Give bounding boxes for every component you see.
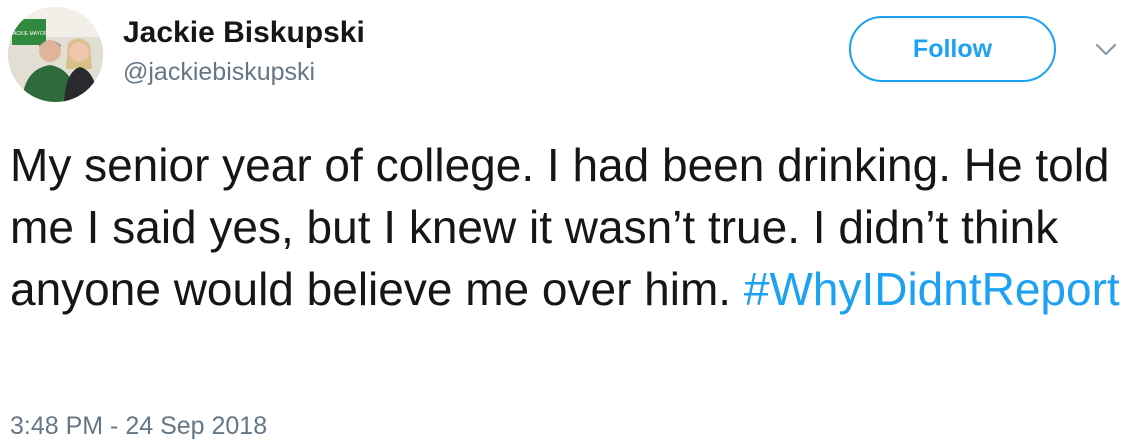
tweet-timestamp[interactable]: 3:48 PM - 24 Sep 2018 xyxy=(10,411,267,441)
avatar-sign-text: JACKIE MAYOR xyxy=(11,31,48,37)
follow-button[interactable]: Follow xyxy=(849,16,1056,82)
chevron-down-icon[interactable] xyxy=(1094,41,1118,59)
tweet-text: My senior year of college. I had been dr… xyxy=(10,134,1125,320)
avatar[interactable]: JACKIE MAYOR xyxy=(8,7,103,102)
hashtag-link[interactable]: #WhyIDidntReport xyxy=(744,263,1120,315)
user-handle[interactable]: @jackiebiskupski xyxy=(123,57,315,87)
user-display-name[interactable]: Jackie Biskupski xyxy=(123,16,365,50)
